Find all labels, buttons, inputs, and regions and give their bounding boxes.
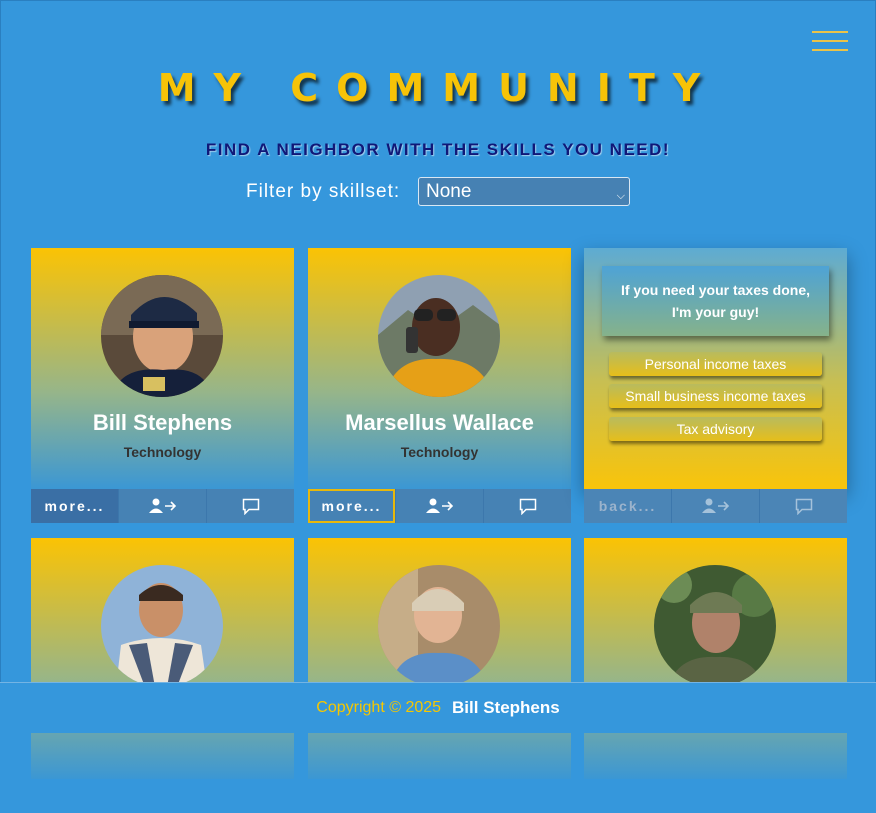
- filter-label: Filter by skillset:: [246, 181, 401, 202]
- more-button[interactable]: more...: [31, 489, 118, 523]
- neighbor-card: Marsellus Wallace Technology more...: [308, 248, 571, 523]
- neighbor-card: [308, 538, 571, 813]
- more-button[interactable]: more...: [308, 489, 395, 523]
- message-icon[interactable]: [483, 489, 571, 523]
- skill-tag[interactable]: Tax advisory: [609, 417, 822, 441]
- back-button[interactable]: back...: [584, 489, 671, 523]
- page-title: MY COMMUNITY: [157, 66, 719, 110]
- card-action-bar: back...: [584, 489, 847, 523]
- skill-tag[interactable]: Small business income taxes: [609, 384, 822, 408]
- card-action-bar: more...: [308, 489, 571, 523]
- copyright-text: Copyright © 2025: [316, 699, 442, 716]
- connect-user-icon[interactable]: [671, 489, 759, 523]
- neighbor-card-back: If you need your taxes done, I'm your gu…: [584, 248, 847, 523]
- neighbor-card: [584, 538, 847, 813]
- avatar: [101, 275, 223, 397]
- avatar: [654, 565, 776, 687]
- skill-tag[interactable]: Personal income taxes: [609, 352, 822, 376]
- neighbor-skill: Technology: [400, 444, 479, 460]
- avatar: [378, 565, 500, 687]
- card-front: Marsellus Wallace Technology: [308, 248, 571, 489]
- page-subtitle: FIND A NEIGHBOR WITH THE SKILLS YOU NEED…: [205, 140, 671, 159]
- message-icon[interactable]: [759, 489, 847, 523]
- connect-user-icon[interactable]: [118, 489, 206, 523]
- copyright-owner: Bill Stephens: [452, 698, 560, 717]
- neighbor-card: Bill Stephens Technology more...: [31, 248, 294, 523]
- hamburger-menu-icon[interactable]: [812, 31, 848, 51]
- message-icon[interactable]: [206, 489, 294, 523]
- footer: Copyright © 2025 Bill Stephens: [0, 682, 876, 733]
- card-back: If you need your taxes done, I'm your gu…: [584, 248, 847, 489]
- avatar: [101, 565, 223, 687]
- card-front: [31, 538, 294, 779]
- neighbor-bio: If you need your taxes done, I'm your gu…: [602, 266, 829, 336]
- neighbor-name: Marsellus Wallace: [345, 410, 534, 435]
- chevron-down-icon: ⌵: [616, 190, 625, 202]
- avatar: [378, 275, 500, 397]
- filter-selected-value: None: [426, 181, 472, 202]
- neighbor-card: [31, 538, 294, 813]
- card-action-bar: more...: [31, 489, 294, 523]
- card-front: [308, 538, 571, 779]
- card-front: Bill Stephens Technology: [31, 248, 294, 489]
- neighbor-name: Bill Stephens: [92, 410, 233, 435]
- connect-user-icon[interactable]: [395, 489, 483, 523]
- card-front: [584, 538, 847, 779]
- neighbor-skill: Technology: [123, 444, 202, 460]
- skillset-filter-select[interactable]: None ⌵: [418, 177, 630, 206]
